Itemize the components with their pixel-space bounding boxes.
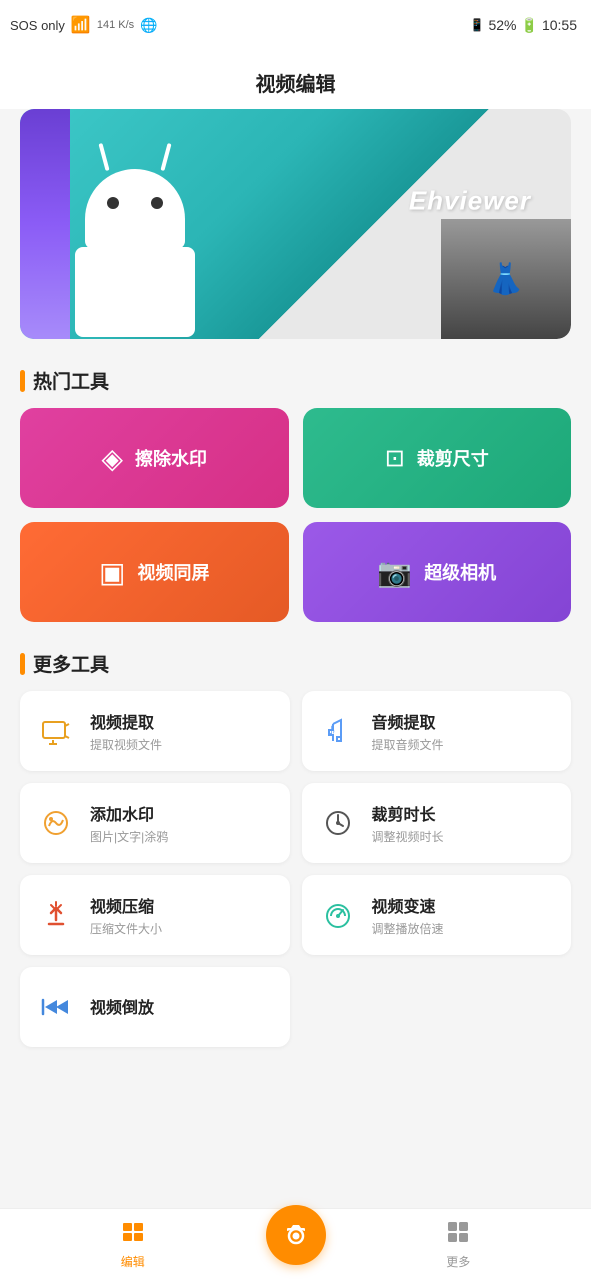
add-watermark-icon [34, 801, 78, 845]
battery-icon: 🔋 [521, 17, 538, 34]
audio-extract-icon: ♪ [316, 709, 360, 753]
battery-text: 52% [488, 17, 516, 33]
super-camera-icon: 📷 [377, 556, 412, 589]
video-reverse-card[interactable]: 视频倒放 [20, 967, 290, 1047]
svg-text:♪: ♪ [327, 720, 336, 740]
video-extract-desc: 提取视频文件 [90, 736, 162, 753]
status-right: 📱 52% 🔋 10:55 [470, 17, 577, 34]
video-speed-desc: 调整播放倍速 [372, 920, 444, 937]
video-extract-icon [34, 709, 78, 753]
sos-text: SOS only [10, 18, 65, 33]
split-screen-label: 视频同屏 [137, 559, 209, 585]
antenna-left [98, 143, 109, 171]
content-area: 视频编辑 Ehviewer 资源丰富 任您浏览 👗 [0, 50, 591, 1147]
eye-right [151, 197, 163, 209]
super-camera-label: 超级相机 [424, 559, 496, 585]
add-watermark-card[interactable]: 添加水印 图片|文字|涂鸦 [20, 783, 290, 863]
add-watermark-desc: 图片|文字|涂鸦 [90, 828, 168, 845]
audio-extract-card[interactable]: ♪ 音频提取 提取音频文件 [302, 691, 572, 771]
audio-extract-desc: 提取音频文件 [372, 736, 444, 753]
center-camera-button[interactable] [266, 1205, 326, 1265]
robot-body [75, 247, 195, 337]
banner-app-name: Ehviewer [409, 186, 531, 217]
clip-duration-name: 裁剪时长 [372, 801, 444, 825]
watermark-remove-label: 擦除水印 [135, 445, 207, 471]
antenna-right [160, 143, 171, 171]
banner-inner: Ehviewer 资源丰富 任您浏览 👗 [20, 109, 571, 339]
hot-tools-header: 热门工具 [0, 359, 591, 408]
clip-duration-card[interactable]: 裁剪时长 调整视频时长 [302, 783, 572, 863]
video-reverse-info: 视频倒放 [90, 994, 154, 1021]
video-extract-card[interactable]: 视频提取 提取视频文件 [20, 691, 290, 771]
banner[interactable]: Ehviewer 资源丰富 任您浏览 👗 [20, 109, 571, 339]
hot-tools-grid: ◈ 擦除水印 ⊡ 裁剪尺寸 ▣ 视频同屏 📷 超级相机 [0, 408, 591, 642]
sim-icon: 📱 [470, 18, 485, 32]
nav-camera-center[interactable] [266, 1225, 326, 1265]
clip-duration-info: 裁剪时长 调整视频时长 [372, 801, 444, 845]
video-speed-info: 视频变速 调整播放倍速 [372, 893, 444, 937]
banner-right-photo: 👗 [441, 219, 571, 339]
clip-duration-desc: 调整视频时长 [372, 828, 444, 845]
crop-icon: ⊡ [385, 444, 405, 473]
video-speed-icon [316, 893, 360, 937]
android-robot [50, 139, 220, 339]
nav-edit-label: 编辑 [121, 1253, 145, 1270]
nav-more-label: 更多 [446, 1253, 470, 1270]
crop-size-label: 裁剪尺寸 [417, 445, 489, 471]
add-watermark-name: 添加水印 [90, 801, 168, 825]
split-screen-icon: ▣ [99, 556, 125, 589]
bottom-nav: 编辑 更多 [0, 1208, 591, 1280]
video-reverse-icon [34, 985, 78, 1029]
network-speed: 141 K/s [97, 19, 134, 31]
video-compress-card[interactable]: 视频压缩 压缩文件大小 [20, 875, 290, 955]
clip-duration-icon [316, 801, 360, 845]
super-camera-button[interactable]: 📷 超级相机 [303, 522, 572, 622]
video-compress-icon [34, 893, 78, 937]
watermark-remove-button[interactable]: ◈ 擦除水印 [20, 408, 289, 508]
signal-icon: 📶 [71, 15, 91, 35]
video-compress-name: 视频压缩 [90, 893, 162, 917]
hot-tools-title: 热门工具 [33, 367, 109, 394]
more-tools-title: 更多工具 [33, 650, 109, 677]
video-speed-card[interactable]: 视频变速 调整播放倍速 [302, 875, 572, 955]
video-reverse-name: 视频倒放 [90, 994, 154, 1018]
status-left: SOS only 📶 141 K/s 🌐 [10, 15, 158, 35]
robot-head [85, 169, 185, 249]
nav-more-icon [446, 1220, 470, 1250]
watermark-remove-icon: ◈ [101, 442, 123, 475]
more-tools-header: 更多工具 [0, 642, 591, 691]
extra-icon: 🌐 [140, 17, 157, 34]
status-bar: SOS only 📶 141 K/s 🌐 📱 52% 🔋 10:55 [0, 0, 591, 50]
nav-edit[interactable]: 编辑 [0, 1220, 266, 1270]
video-speed-name: 视频变速 [372, 893, 444, 917]
video-compress-desc: 压缩文件大小 [90, 920, 162, 937]
eye-left [107, 197, 119, 209]
audio-extract-info: 音频提取 提取音频文件 [372, 709, 444, 753]
video-extract-name: 视频提取 [90, 709, 162, 733]
audio-extract-name: 音频提取 [372, 709, 444, 733]
crop-size-button[interactable]: ⊡ 裁剪尺寸 [303, 408, 572, 508]
video-compress-info: 视频压缩 压缩文件大小 [90, 893, 162, 937]
page-title: 视频编辑 [0, 50, 591, 109]
nav-edit-icon [121, 1220, 145, 1250]
time-display: 10:55 [542, 17, 577, 33]
hot-tools-accent [20, 370, 25, 392]
more-tools-grid: 视频提取 提取视频文件 ♪ 音频提取 提取音频文件 [0, 691, 591, 1067]
add-watermark-info: 添加水印 图片|文字|涂鸦 [90, 801, 168, 845]
nav-more[interactable]: 更多 [326, 1220, 591, 1270]
video-extract-info: 视频提取 提取视频文件 [90, 709, 162, 753]
split-screen-button[interactable]: ▣ 视频同屏 [20, 522, 289, 622]
more-tools-accent [20, 653, 25, 675]
